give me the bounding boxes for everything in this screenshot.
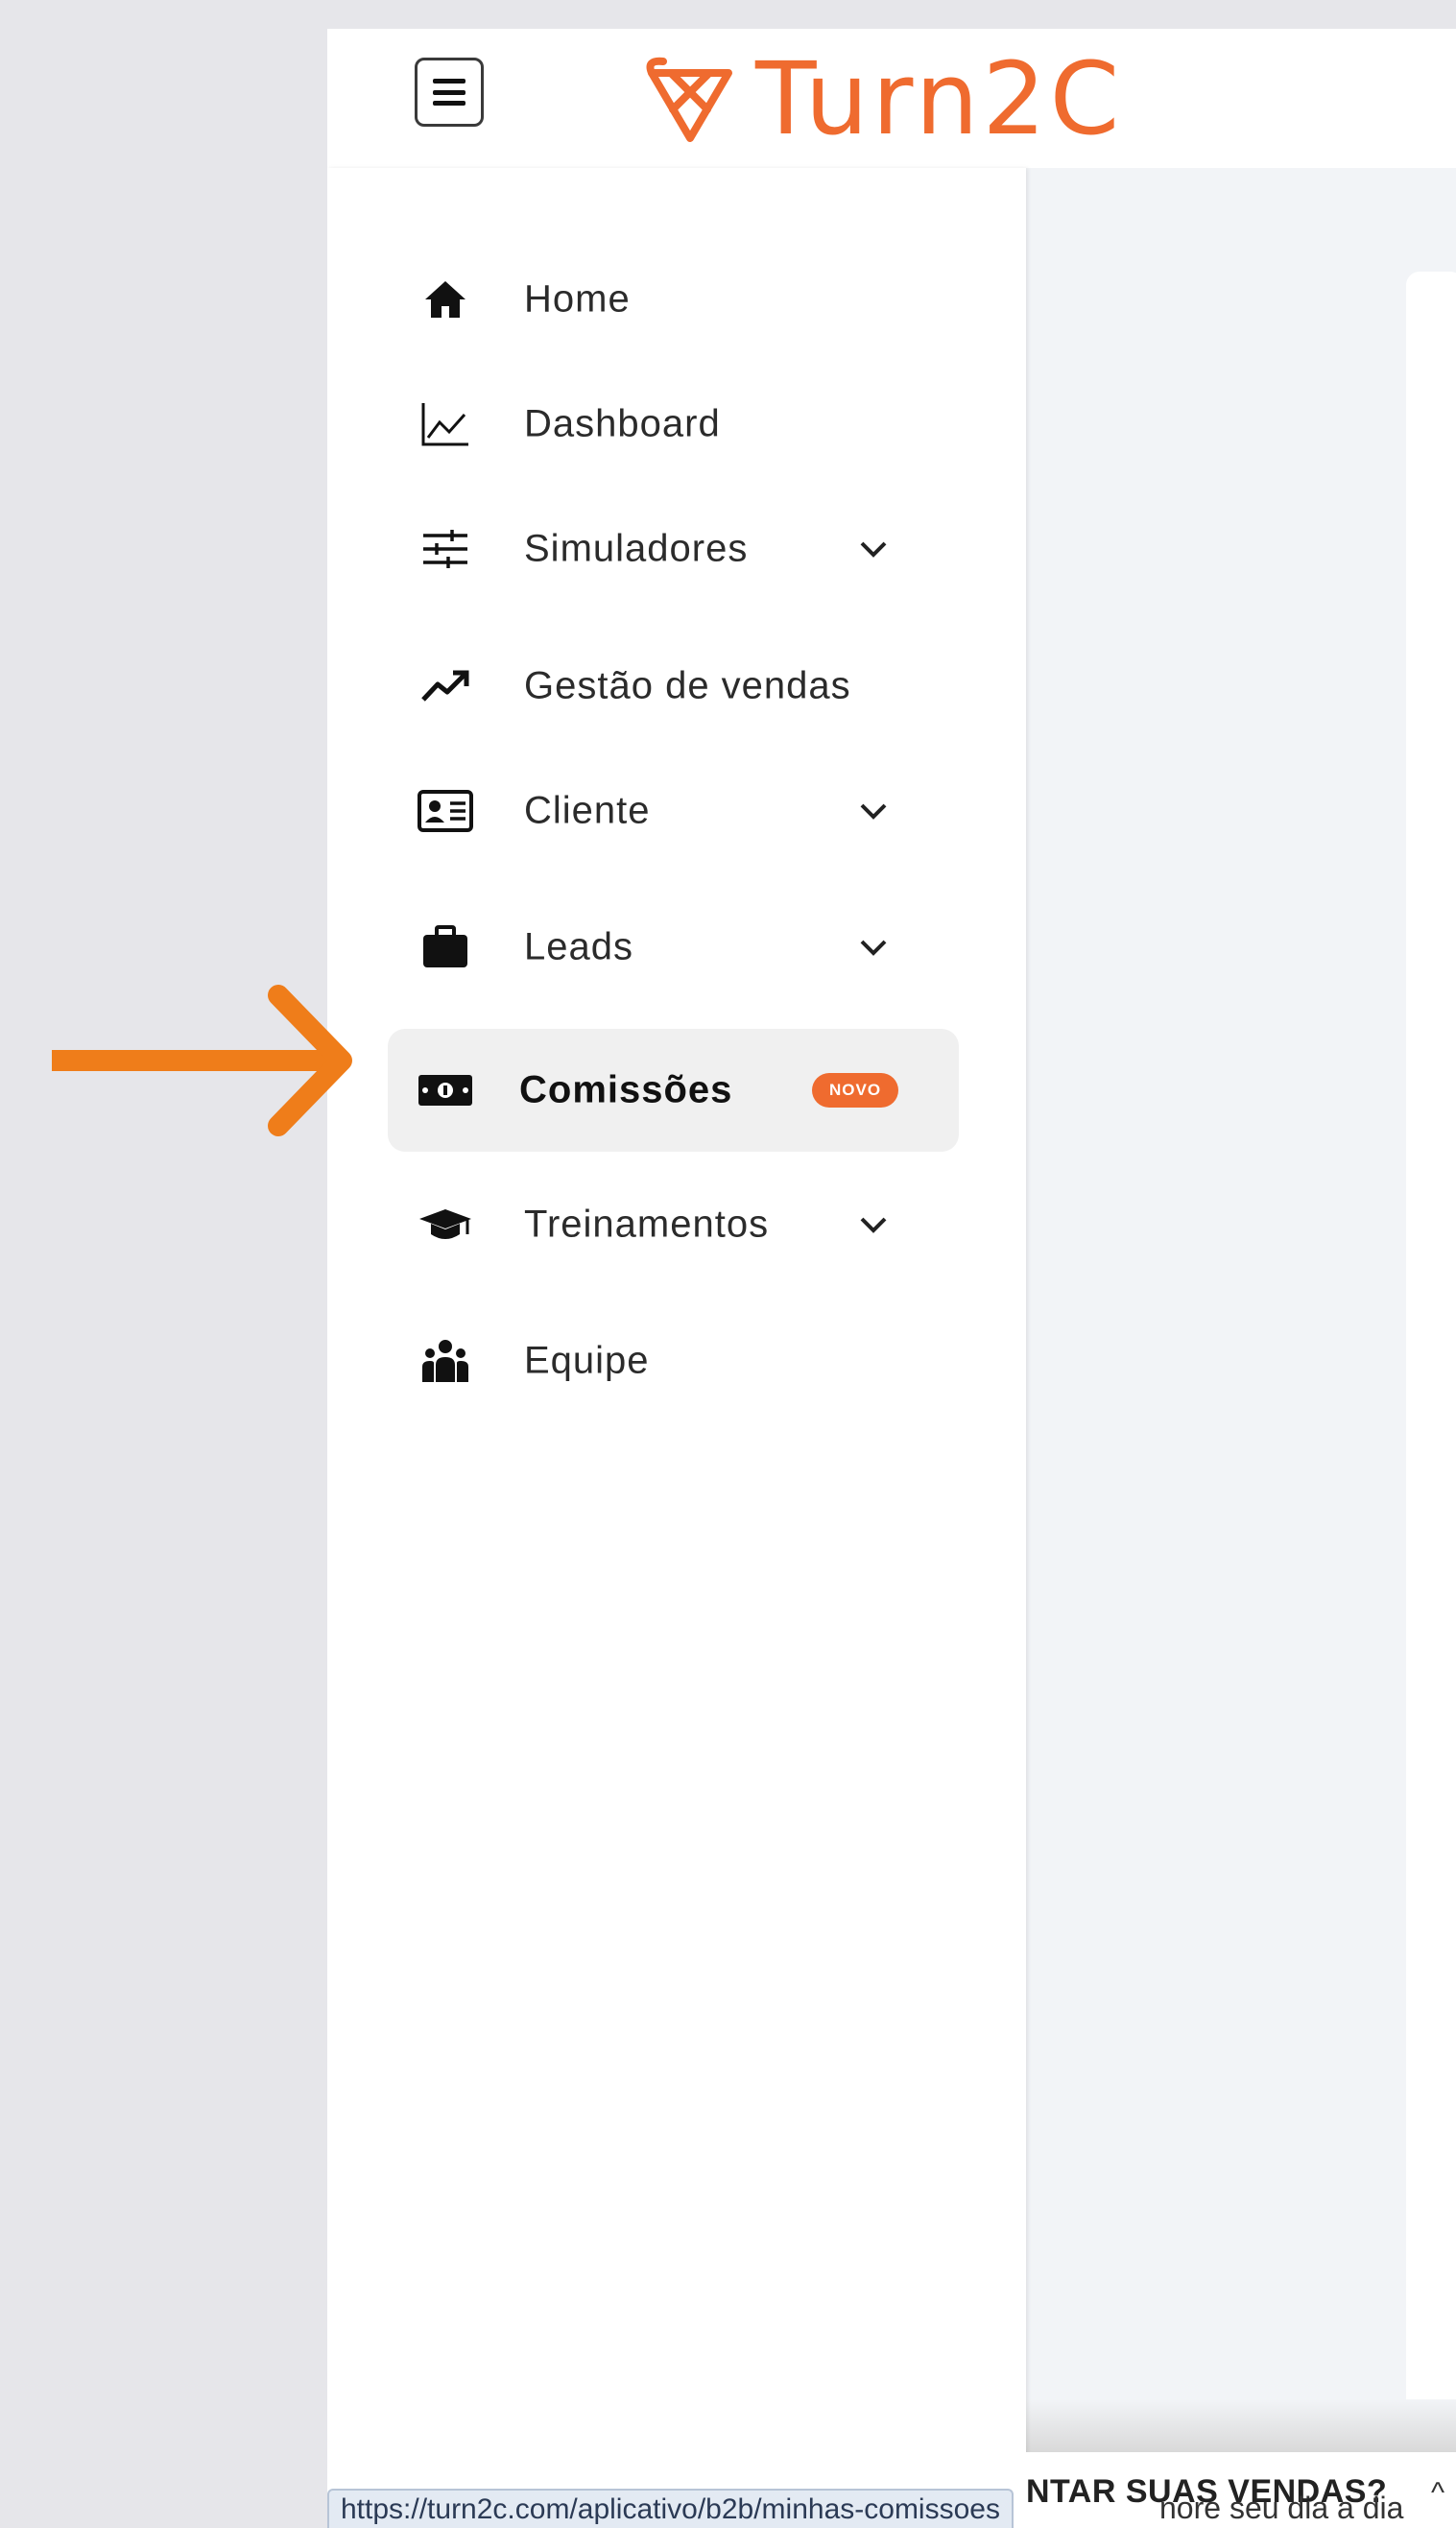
caret-up-icon[interactable]: ^ [1431, 2477, 1444, 2510]
sidebar-item-cliente[interactable]: Cliente [388, 750, 959, 872]
sidebar-item-label: Equipe [524, 1339, 650, 1382]
team-icon [417, 1332, 474, 1390]
sidebar-item-equipe[interactable]: Equipe [388, 1300, 959, 1422]
status-bar-url: https://turn2c.com/aplicativo/b2b/minhas… [327, 2489, 1014, 2528]
chevron-down-icon[interactable] [856, 930, 891, 965]
sidebar-item-label: Comissões [519, 1068, 733, 1111]
sidebar-item-gestao-de-vendas[interactable]: Gestão de vendas [388, 625, 959, 748]
content-footer-shadow [1026, 2399, 1456, 2452]
hamburger-icon [433, 79, 465, 106]
sidebar-item-label: Gestão de vendas [524, 664, 851, 707]
sidebar-item-dashboard[interactable]: Dashboard [388, 363, 959, 486]
sidebar-item-label: Dashboard [524, 402, 721, 445]
chevron-down-icon[interactable] [856, 532, 891, 566]
annotation-arrow-icon [52, 985, 352, 1136]
new-badge: NOVO [812, 1073, 899, 1108]
trending-up-icon [417, 657, 474, 715]
app-window: Turn2C Home Dashboard Simuladores Gestão… [327, 29, 1456, 2528]
chevron-down-icon[interactable] [856, 1207, 891, 1242]
line-chart-icon [417, 395, 474, 453]
sidebar-item-label: Home [524, 277, 631, 321]
brand-name: Turn2C [755, 40, 1124, 157]
sidebar-item-home[interactable]: Home [388, 238, 959, 361]
hamburger-menu-button[interactable] [415, 58, 484, 127]
turn2c-logo-icon [646, 57, 732, 142]
sidebar-item-label: Leads [524, 925, 633, 968]
sidebar-item-leads[interactable]: Leads [388, 886, 959, 1009]
id-card-icon [417, 782, 474, 840]
sidebar-item-label: Cliente [524, 789, 651, 832]
home-icon [417, 271, 474, 328]
chevron-down-icon[interactable] [856, 794, 891, 828]
graduation-cap-icon [417, 1196, 474, 1253]
sidebar: Home Dashboard Simuladores Gestão de ven… [327, 168, 1026, 2528]
briefcase-icon [417, 918, 474, 976]
sidebar-item-label: Treinamentos [524, 1203, 770, 1246]
sliders-icon [417, 520, 474, 578]
sidebar-item-simuladores[interactable]: Simuladores [388, 488, 959, 610]
brand-logo[interactable]: Turn2C [642, 46, 1123, 152]
sidebar-item-treinamentos[interactable]: Treinamentos [388, 1163, 959, 1286]
content-card [1406, 272, 1456, 2431]
sidebar-item-label: Simuladores [524, 527, 749, 570]
banner-subtitle: nore seu dia a dia [1159, 2491, 1404, 2525]
money-bill-icon [417, 1061, 474, 1119]
top-bar: Turn2C [327, 29, 1456, 168]
main-content [1026, 168, 1456, 2443]
sidebar-item-comissoes[interactable]: Comissões NOVO [388, 1029, 959, 1152]
